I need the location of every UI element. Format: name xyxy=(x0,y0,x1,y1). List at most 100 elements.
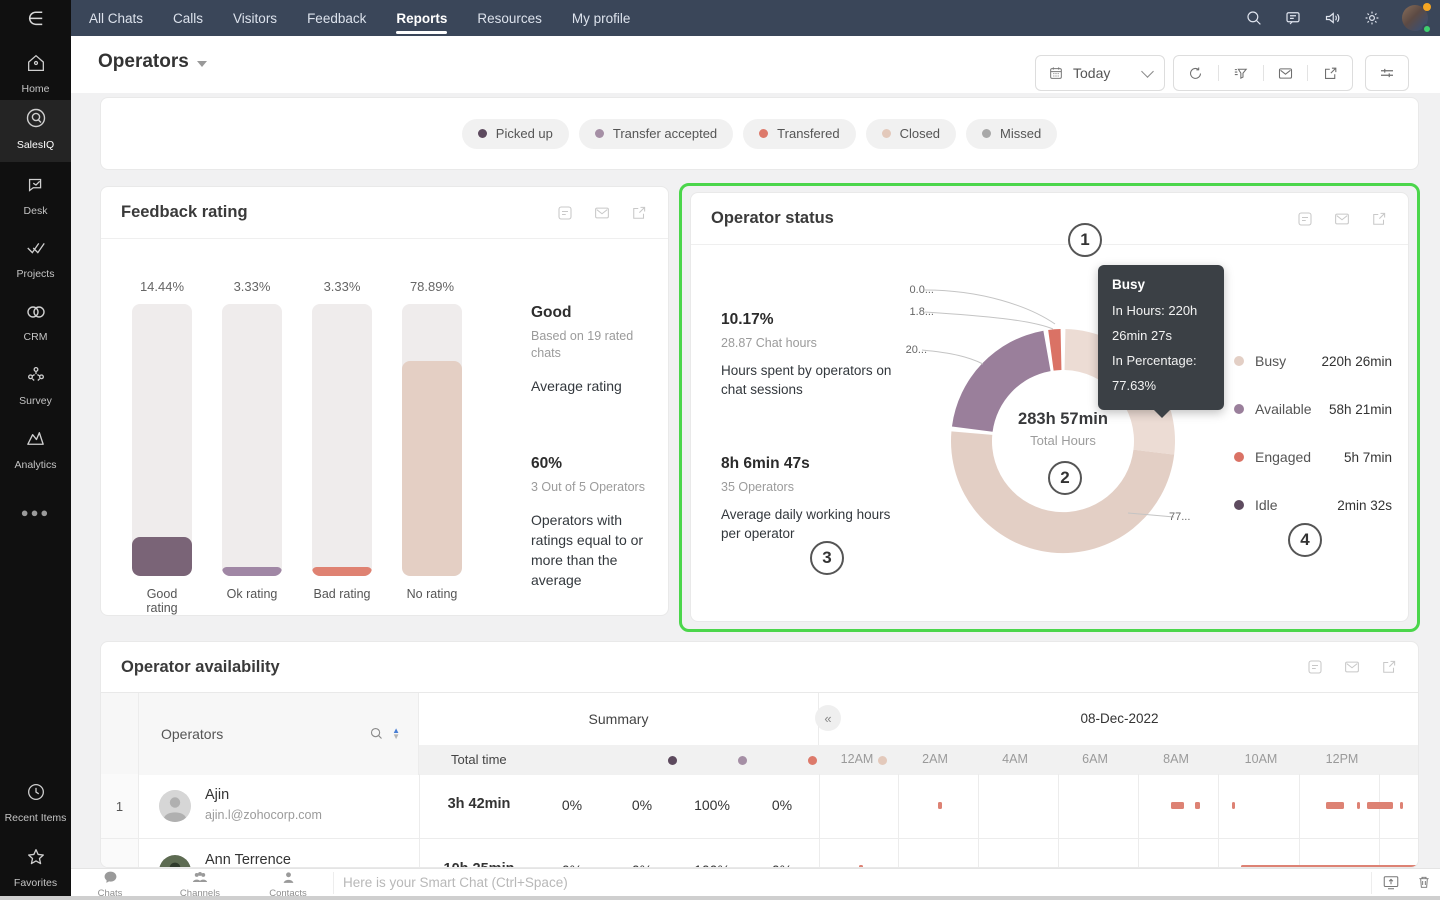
sidebar-item-label: Home xyxy=(21,83,50,95)
operators-header-cell: Operators ▲ ▼ xyxy=(139,693,419,775)
timeline-gridline xyxy=(898,774,899,838)
bar-fill xyxy=(132,537,192,576)
timeline-gridline xyxy=(819,839,820,867)
total-time-value: 3h 42min xyxy=(447,796,511,812)
export-icon[interactable] xyxy=(1380,658,1398,676)
sidebar-item-crm[interactable]: CRM xyxy=(0,296,71,343)
operators-pct-caption: 3 Out of 5 Operators xyxy=(531,480,645,494)
activity-mark xyxy=(1400,802,1403,809)
table-row[interactable]: 1 Ajin ajin.l@zohocorp.com 3h 42min 0% 0… xyxy=(101,774,1418,839)
activity-mark xyxy=(1357,802,1360,809)
sidebar-item-desk[interactable]: Desk xyxy=(0,168,71,217)
chat-feedback-icon[interactable] xyxy=(1284,9,1302,27)
operator-email: ajin.l@zohocorp.com xyxy=(205,808,322,822)
report-settings-button[interactable] xyxy=(1365,55,1409,91)
refresh-icon[interactable] xyxy=(1187,65,1204,82)
legend-row-busy[interactable]: Busy 220h 26min xyxy=(1234,351,1392,371)
transfered-pct: 100% xyxy=(694,797,730,813)
user-avatar[interactable] xyxy=(1402,3,1432,34)
sidebar-item-label: Desk xyxy=(23,205,48,217)
summary-icon[interactable] xyxy=(1306,658,1324,676)
collapse-menu-icon[interactable]: ∈ xyxy=(0,8,71,31)
divider xyxy=(1307,65,1309,81)
speaker-icon[interactable] xyxy=(1323,9,1342,27)
time-tick: 4AM xyxy=(1002,752,1028,766)
table-row[interactable]: 2 Ann Terrence 10h 25min 0% 0% 100% 0% xyxy=(101,839,1418,867)
sidebar-item-recent-items[interactable]: Recent Items xyxy=(0,775,71,824)
timeline-gridline xyxy=(1058,839,1059,867)
row-index: 1 xyxy=(101,774,139,838)
sidebar-item-analytics[interactable]: Analytics xyxy=(0,421,71,471)
sort-icon[interactable]: ▲ ▼ xyxy=(392,726,400,740)
summary-icon[interactable] xyxy=(1296,210,1314,228)
export-icon[interactable] xyxy=(630,204,648,222)
bar-category-label: Ok rating xyxy=(226,587,278,601)
date-range-label: Today xyxy=(1073,65,1111,81)
average-rating-label: Average rating xyxy=(531,378,622,394)
feedback-bar-good-rating[interactable]: 14.44% Good rating xyxy=(132,239,192,617)
export-icon[interactable] xyxy=(1370,210,1388,228)
annotation-4: 4 xyxy=(1288,523,1322,557)
chip-transfer-accepted[interactable]: Transfer accepted xyxy=(578,118,734,149)
sidebar-item-salesiq[interactable]: SalesIQ xyxy=(0,100,71,162)
tab-my-profile[interactable]: My profile xyxy=(572,0,631,36)
legend-row-idle[interactable]: Idle 2min 32s xyxy=(1234,495,1392,515)
avg-working-hours-stat: 8h 6min 47s 35 Operators Average daily w… xyxy=(721,455,906,543)
export-icon[interactable] xyxy=(1322,65,1339,82)
sidebar-item-projects[interactable]: Projects xyxy=(0,231,71,280)
chip-closed[interactable]: Closed xyxy=(865,118,957,149)
filter-icon[interactable] xyxy=(1232,65,1249,82)
tab-resources[interactable]: Resources xyxy=(477,0,542,36)
bar-value-label: 3.33% xyxy=(233,279,271,294)
time-tick: 12AM xyxy=(840,752,874,766)
collapse-timeline-button[interactable]: « xyxy=(815,705,841,731)
summary-icon[interactable] xyxy=(556,204,574,222)
search-icon[interactable] xyxy=(1245,9,1263,27)
sidebar-item-survey[interactable]: Survey xyxy=(0,358,71,407)
availability-timeline[interactable] xyxy=(819,774,1418,838)
time-tick: 6AM xyxy=(1082,752,1108,766)
card-title: Operator status xyxy=(711,209,834,227)
email-icon[interactable] xyxy=(1343,658,1361,676)
email-icon[interactable] xyxy=(1333,210,1351,228)
screen-share-icon[interactable] xyxy=(1382,873,1400,891)
chip-transfered[interactable]: Transfered xyxy=(743,118,856,149)
tab-visitors[interactable]: Visitors xyxy=(233,0,277,36)
bar-category-label: Good rating xyxy=(146,587,178,615)
activity-mark xyxy=(1171,802,1184,809)
tab-feedback[interactable]: Feedback xyxy=(307,0,366,36)
chatbar-tab-chats[interactable]: Chats xyxy=(80,871,140,899)
email-icon[interactable] xyxy=(1277,65,1294,82)
sidebar-more-icon[interactable]: ●●● xyxy=(0,505,71,520)
online-status-dot xyxy=(1422,24,1432,34)
tab-calls[interactable]: Calls xyxy=(173,0,203,36)
feedback-bar-bad-rating[interactable]: 3.33% Bad rating xyxy=(312,239,372,617)
chip-missed[interactable]: Missed xyxy=(966,118,1058,149)
survey-icon xyxy=(27,367,44,381)
tab-all-chats[interactable]: All Chats xyxy=(89,0,143,36)
annotation-2: 2 xyxy=(1048,461,1082,495)
operators-pct-label: Operators with ratings equal to or more … xyxy=(531,512,644,588)
total-time-header: Total time xyxy=(451,752,507,767)
sidebar-item-favorites[interactable]: Favorites xyxy=(0,840,71,889)
feedback-bar-ok-rating[interactable]: 3.33% Ok rating xyxy=(222,239,282,617)
legend-row-engaged[interactable]: Engaged 5h 7min xyxy=(1234,447,1392,467)
trash-icon[interactable] xyxy=(1416,873,1432,891)
search-icon[interactable] xyxy=(369,726,384,741)
chatbar-tab-contacts[interactable]: Contacts xyxy=(258,871,318,899)
chip-picked-up[interactable]: Picked up xyxy=(461,118,569,149)
legend-row-available[interactable]: Available 58h 21min xyxy=(1234,399,1392,419)
feedback-bar-no-rating[interactable]: 78.89% No rating xyxy=(402,239,462,617)
tab-reports[interactable]: Reports xyxy=(396,0,448,36)
feedback-rating-card: Feedback rating 14.44% Good rating 3.33% Ok… xyxy=(100,186,669,616)
email-icon[interactable] xyxy=(593,204,611,222)
chatbar-tab-channels[interactable]: Channels xyxy=(170,871,230,899)
smart-chat-input[interactable] xyxy=(343,869,1433,896)
report-toolbar xyxy=(1173,55,1353,91)
gear-icon[interactable] xyxy=(1363,9,1381,27)
availability-timeline[interactable] xyxy=(819,839,1418,867)
report-selector[interactable]: Operators xyxy=(98,51,207,73)
date-range-button[interactable]: Today xyxy=(1035,55,1165,91)
sidebar-item-home[interactable]: Home xyxy=(0,46,71,95)
card-title: Feedback rating xyxy=(121,203,248,221)
